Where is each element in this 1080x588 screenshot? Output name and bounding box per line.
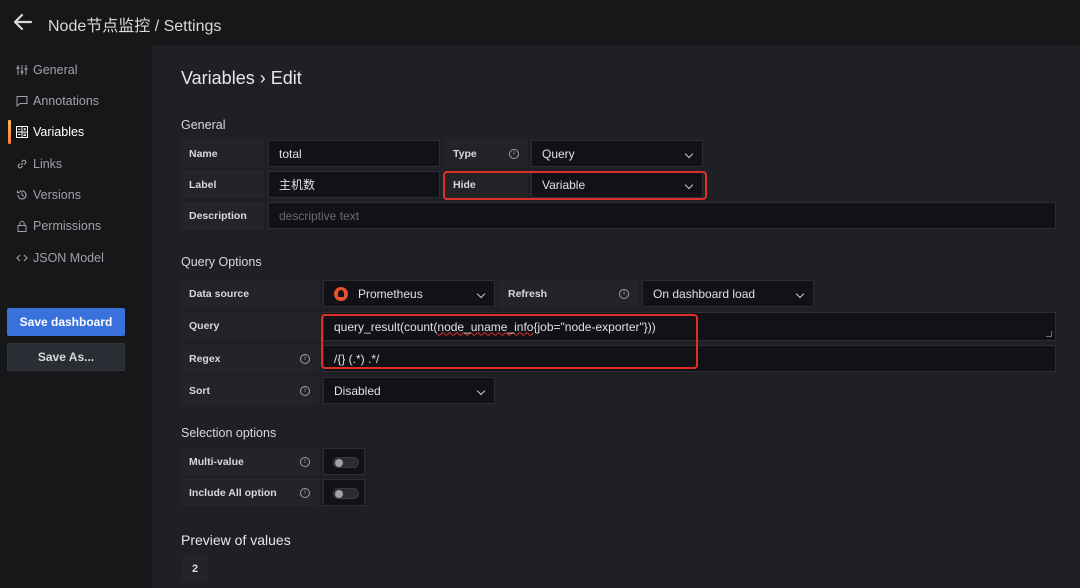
preview-value-chip: 2 — [182, 555, 208, 582]
name-label: Name — [181, 140, 264, 167]
refresh-select-value: On dashboard load — [653, 286, 756, 301]
highlight-box-query — [321, 314, 698, 369]
lock-icon — [17, 220, 27, 232]
general-heading: General — [181, 118, 226, 132]
info-icon[interactable]: i — [300, 457, 310, 467]
multi-value-toggle[interactable] — [333, 457, 359, 468]
sidebar-item-links[interactable]: Links — [8, 152, 148, 176]
preview-heading: Preview of values — [181, 532, 291, 548]
chevron-down-icon — [795, 289, 805, 299]
datasource-label: Data source — [181, 280, 319, 307]
calculator-icon — [16, 126, 28, 138]
include-all-label-text: Include All option — [189, 486, 277, 499]
sort-select[interactable]: Disabled — [323, 377, 495, 404]
sidebar-item-variables[interactable]: Variables — [8, 120, 148, 144]
prometheus-icon — [334, 286, 348, 301]
info-icon[interactable]: i — [509, 149, 519, 159]
arrow-left-icon[interactable] — [11, 10, 35, 34]
top-bar: Node节点监控 / Settings — [0, 0, 1080, 46]
save-as-button[interactable]: Save As... — [7, 343, 125, 371]
sort-label-text: Sort — [189, 384, 210, 397]
save-dashboard-button[interactable]: Save dashboard — [7, 308, 125, 336]
sidebar-item-versions[interactable]: Versions — [8, 183, 148, 207]
refresh-label: Refresh i — [500, 280, 638, 307]
history-icon — [16, 190, 27, 200]
sidebar-item-json-model[interactable]: JSON Model — [8, 246, 148, 270]
name-input[interactable]: total — [268, 140, 440, 167]
sidebar-item-label: General — [33, 63, 78, 77]
page-title: Variables › Edit — [181, 68, 302, 88]
comment-icon — [16, 96, 28, 107]
type-select-value: Query — [542, 146, 575, 161]
selection-options-heading: Selection options — [181, 426, 277, 440]
sidebar-item-label: Links — [33, 157, 63, 171]
regex-label-text: Regex — [189, 352, 221, 365]
description-input[interactable]: descriptive text — [268, 202, 1056, 229]
sidebar-item-label: Annotations — [33, 94, 100, 108]
datasource-select-value: Prometheus — [358, 286, 423, 301]
include-all-toggle[interactable] — [333, 488, 359, 499]
label-label: Label — [181, 171, 264, 198]
info-icon[interactable]: i — [300, 488, 310, 498]
multi-value-label-text: Multi-value — [189, 455, 244, 468]
link-icon — [17, 159, 27, 169]
page-header-title: Node节点监控 / Settings — [48, 18, 222, 35]
sidebar-item-label: Versions — [33, 188, 81, 202]
info-icon[interactable]: i — [300, 386, 310, 396]
multi-value-toggle-container — [323, 448, 365, 475]
datasource-select[interactable]: Prometheus — [323, 280, 495, 307]
chevron-down-icon — [684, 149, 694, 159]
code-icon — [16, 254, 28, 262]
sidebar-item-annotations[interactable]: Annotations — [8, 89, 148, 113]
resize-handle[interactable] — [1046, 331, 1052, 337]
query-options-heading: Query Options — [181, 255, 262, 269]
query-label: Query — [181, 312, 319, 339]
sort-select-value: Disabled — [334, 383, 381, 398]
info-icon[interactable]: i — [619, 289, 629, 299]
sidebar-item-label: JSON Model — [33, 251, 104, 265]
include-all-label: Include All option i — [181, 479, 319, 506]
multi-value-label: Multi-value i — [181, 448, 319, 475]
label-input[interactable]: 主机数 — [268, 171, 440, 198]
type-select[interactable]: Query — [531, 140, 703, 167]
refresh-select[interactable]: On dashboard load — [642, 280, 814, 307]
description-placeholder: descriptive text — [279, 208, 360, 223]
sort-label: Sort i — [181, 377, 319, 404]
regex-label: Regex i — [181, 345, 319, 372]
label-input-value: 主机数 — [279, 178, 316, 192]
chevron-down-icon — [476, 289, 486, 299]
chevron-down-icon — [476, 386, 486, 396]
name-input-value: total — [279, 146, 302, 161]
type-label-text: Type — [453, 147, 477, 160]
refresh-label-text: Refresh — [508, 287, 548, 300]
info-icon[interactable]: i — [300, 354, 310, 364]
sidebar-item-permissions[interactable]: Permissions — [8, 214, 148, 238]
sidebar-item-general[interactable]: General — [8, 58, 148, 82]
sliders-icon — [16, 65, 28, 75]
highlight-box-hide — [443, 171, 707, 200]
sidebar-item-label: Permissions — [33, 219, 102, 233]
sidebar-item-label: Variables — [33, 125, 85, 139]
include-all-toggle-container — [323, 479, 365, 506]
description-label: Description — [181, 202, 264, 229]
type-label: Type i — [445, 140, 528, 167]
